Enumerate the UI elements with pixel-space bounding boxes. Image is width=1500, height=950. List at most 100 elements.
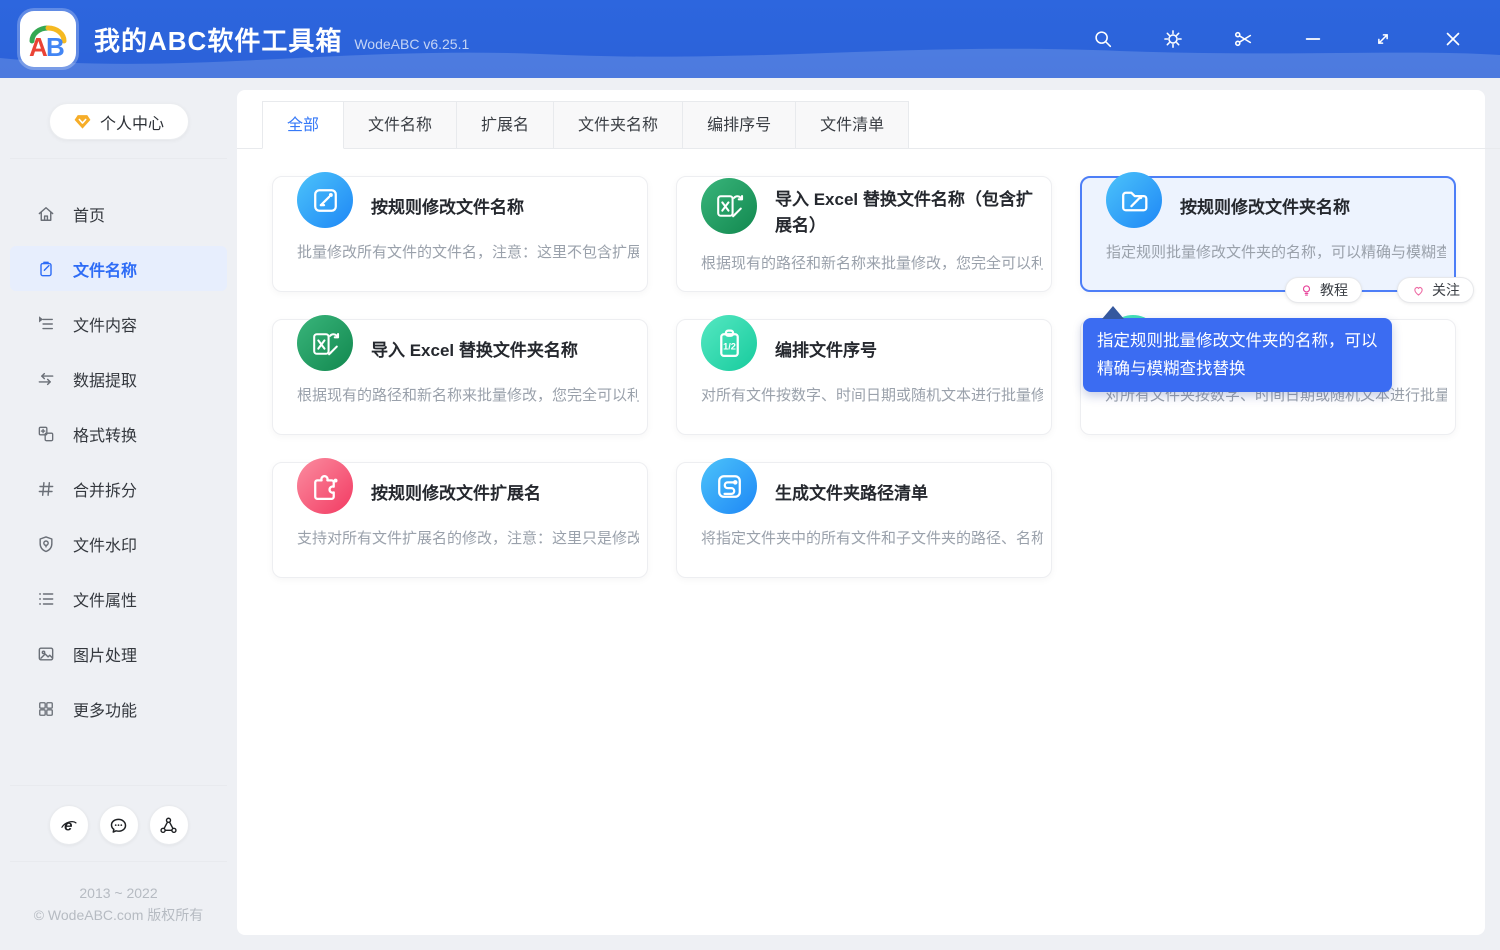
card-title: 按规则修改文件夹名称 [1180,197,1350,217]
tutorial-label: 教程 [1320,282,1348,298]
card-number-files[interactable]: 编排文件序号对所有文件按数字、时间日期或随机文本进行批量修改 [676,315,1052,435]
maximize-button[interactable] [1364,20,1402,58]
bulb-icon [1299,283,1314,298]
sidebar-footer: 2013 ~ 2022 © WodeABC.com 版权所有 [0,785,237,950]
sidebar-item-image-process[interactable]: 图片处理 [10,631,227,676]
category-tabs: 全部 文件名称 扩展名 文件夹名称 编排序号 文件清单 [237,90,1500,149]
card-description: 根据现有的路径和新名称来批量修改，您完全可以利用 [701,255,1043,272]
home-icon [36,204,56,224]
tab-扩展名[interactable]: 扩展名 [456,101,555,149]
tab-文件名称[interactable]: 文件名称 [343,101,458,149]
sidebar-item-merge-split[interactable]: 合并拆分 [10,466,227,511]
more-grid-icon [36,699,56,719]
card-header: 按规则修改文件扩展名 [273,458,647,514]
card-title: 按规则修改文件名称 [371,197,524,217]
sidebar: 个人中心 首页文件名称文件内容数据提取格式转换合并拆分文件水印文件属性图片处理更… [0,78,237,950]
chat-icon [108,815,129,836]
card-title: 导入 Excel 替换文件名称（包含扩展名） [775,190,1033,235]
snip-button[interactable] [1224,20,1262,58]
sidebar-item-label: 合并拆分 [73,482,138,500]
tab-label: 编排序号 [707,117,772,134]
settings-button[interactable] [1154,20,1192,58]
sidebar-item-more[interactable]: 更多功能 [10,686,227,731]
profile-center-label: 个人中心 [99,115,164,133]
tab-文件清单[interactable]: 文件清单 [795,101,910,149]
sidebar-item-file-attrs[interactable]: 文件属性 [10,576,227,621]
sidebar-item-home[interactable]: 首页 [10,191,227,236]
gear-icon [1162,28,1184,50]
card-title: 生成文件夹路径清单 [775,483,928,503]
card-header: 导入 Excel 替换文件夹名称 [273,315,647,371]
card-description: 将指定文件夹中的所有文件和子文件夹的路径、名称等 [701,530,1043,547]
close-button[interactable] [1434,20,1472,58]
card-title: 编排文件序号 [775,340,877,360]
sidebar-item-file-name[interactable]: 文件名称 [10,246,227,291]
card-change-extensions[interactable]: 按规则修改文件扩展名支持对所有文件扩展名的修改，注意：这里只是修改扩展名 [272,458,648,578]
folder-edit-icon [1116,182,1153,219]
main-panel: 全部 文件名称 扩展名 文件夹名称 编排序号 文件清单 按规则修改文件名称批量修改所有文件… [237,90,1500,935]
route-list-icon [711,468,748,505]
format-convert-icon [36,424,56,444]
sidebar-divider [10,158,227,159]
tab-文件夹名称[interactable]: 文件夹名称 [553,101,684,149]
minimize-button[interactable] [1294,20,1332,58]
titlebar: A B 我的ABC软件工具箱 WodeABC v6.25.1 [0,0,1500,78]
puzzle-edit-badge [297,458,353,514]
sidebar-item-format-convert[interactable]: 格式转换 [10,411,227,456]
sidebar-item-label: 图片处理 [73,647,138,665]
sidebar-item-label: 文件名称 [73,262,138,280]
feedback-button[interactable] [98,805,139,845]
tab-全部[interactable]: 全部 [262,101,345,149]
card-description: 对所有文件按数字、时间日期或随机文本进行批量修改 [701,387,1043,404]
clipboard-12-icon [711,325,748,362]
scissors-icon [1232,28,1254,50]
puzzle-edit-icon [307,468,344,505]
sidebar-item-data-extract[interactable]: 数据提取 [10,356,227,401]
browser-button[interactable] [48,805,89,845]
data-extract-icon [36,369,56,389]
app-title: 我的ABC软件工具箱 [94,25,343,56]
card-description: 根据现有的路径和新名称来批量修改，您完全可以利用 [297,387,639,404]
file-content-icon [36,314,56,334]
tooltip-text: 指定规则批量修改文件夹的名称，可以精确与模糊查找替换 [1097,332,1378,378]
copyright-years: 2013 ~ 2022 [79,885,158,901]
search-button[interactable] [1084,20,1122,58]
excel-edit-badge [297,315,353,371]
svg-text:B: B [46,32,65,62]
card-excel-rename-files[interactable]: 导入 Excel 替换文件名称（包含扩展名） 根据现有的路径和新名称来批量修改，您… [676,176,1052,292]
excel-edit-icon [307,325,344,362]
sidebar-item-watermark[interactable]: 文件水印 [10,521,227,566]
card-description: 指定规则批量修改文件夹的名称，可以精确与模糊查找替换 [1106,244,1446,261]
card-description: 支持对所有文件扩展名的修改，注意：这里只是修改扩展名 [297,530,639,547]
card-folder-path-list[interactable]: 生成文件夹路径清单将指定文件夹中的所有文件和子文件夹的路径、名称等 [676,458,1052,578]
card-header: 生成文件夹路径清单 [677,458,1051,514]
browser-e-icon [58,815,79,836]
share-button[interactable] [148,805,189,845]
sidebar-item-label: 更多功能 [73,702,138,720]
sidebar-item-file-content[interactable]: 文件内容 [10,301,227,346]
card-rename-files[interactable]: 按规则修改文件名称批量修改所有文件的文件名，注意：这里不包含扩展名 [272,172,648,292]
app-logo: A B [20,11,76,67]
card-header: 导入 Excel 替换文件名称（包含扩展名） [677,177,1051,239]
excel-edit-icon [711,187,748,224]
follow-label: 关注 [1432,282,1460,298]
card-title: 导入 Excel 替换文件夹名称 [371,340,578,360]
tutorial-button[interactable]: 教程 [1285,277,1362,303]
gem-icon [73,112,92,131]
follow-button[interactable]: 关注 [1397,277,1474,303]
card-rename-folders[interactable]: 按规则修改文件夹名称指定规则批量修改文件夹的名称，可以精确与模糊查找替换教程 关注 [1080,172,1474,303]
edit-square-icon [307,182,344,219]
copyright: 2013 ~ 2022 © WodeABC.com 版权所有 [0,862,237,950]
tab-编排序号[interactable]: 编排序号 [682,101,797,149]
folder-edit-badge [1106,172,1162,228]
card-excel-rename-folders[interactable]: 导入 Excel 替换文件夹名称根据现有的路径和新名称来批量修改，您完全可以利用 [272,315,648,435]
search-icon [1092,28,1114,50]
card-description: 批量修改所有文件的文件名，注意：这里不包含扩展名 [297,244,639,261]
sidebar-item-label: 数据提取 [73,372,138,390]
sidebar-item-label: 格式转换 [73,427,138,445]
minimize-icon [1302,28,1324,50]
image-icon [36,644,56,664]
clipboard-12-badge [701,315,757,371]
profile-center-button[interactable]: 个人中心 [48,103,189,140]
app-version: WodeABC v6.25.1 [354,36,470,52]
